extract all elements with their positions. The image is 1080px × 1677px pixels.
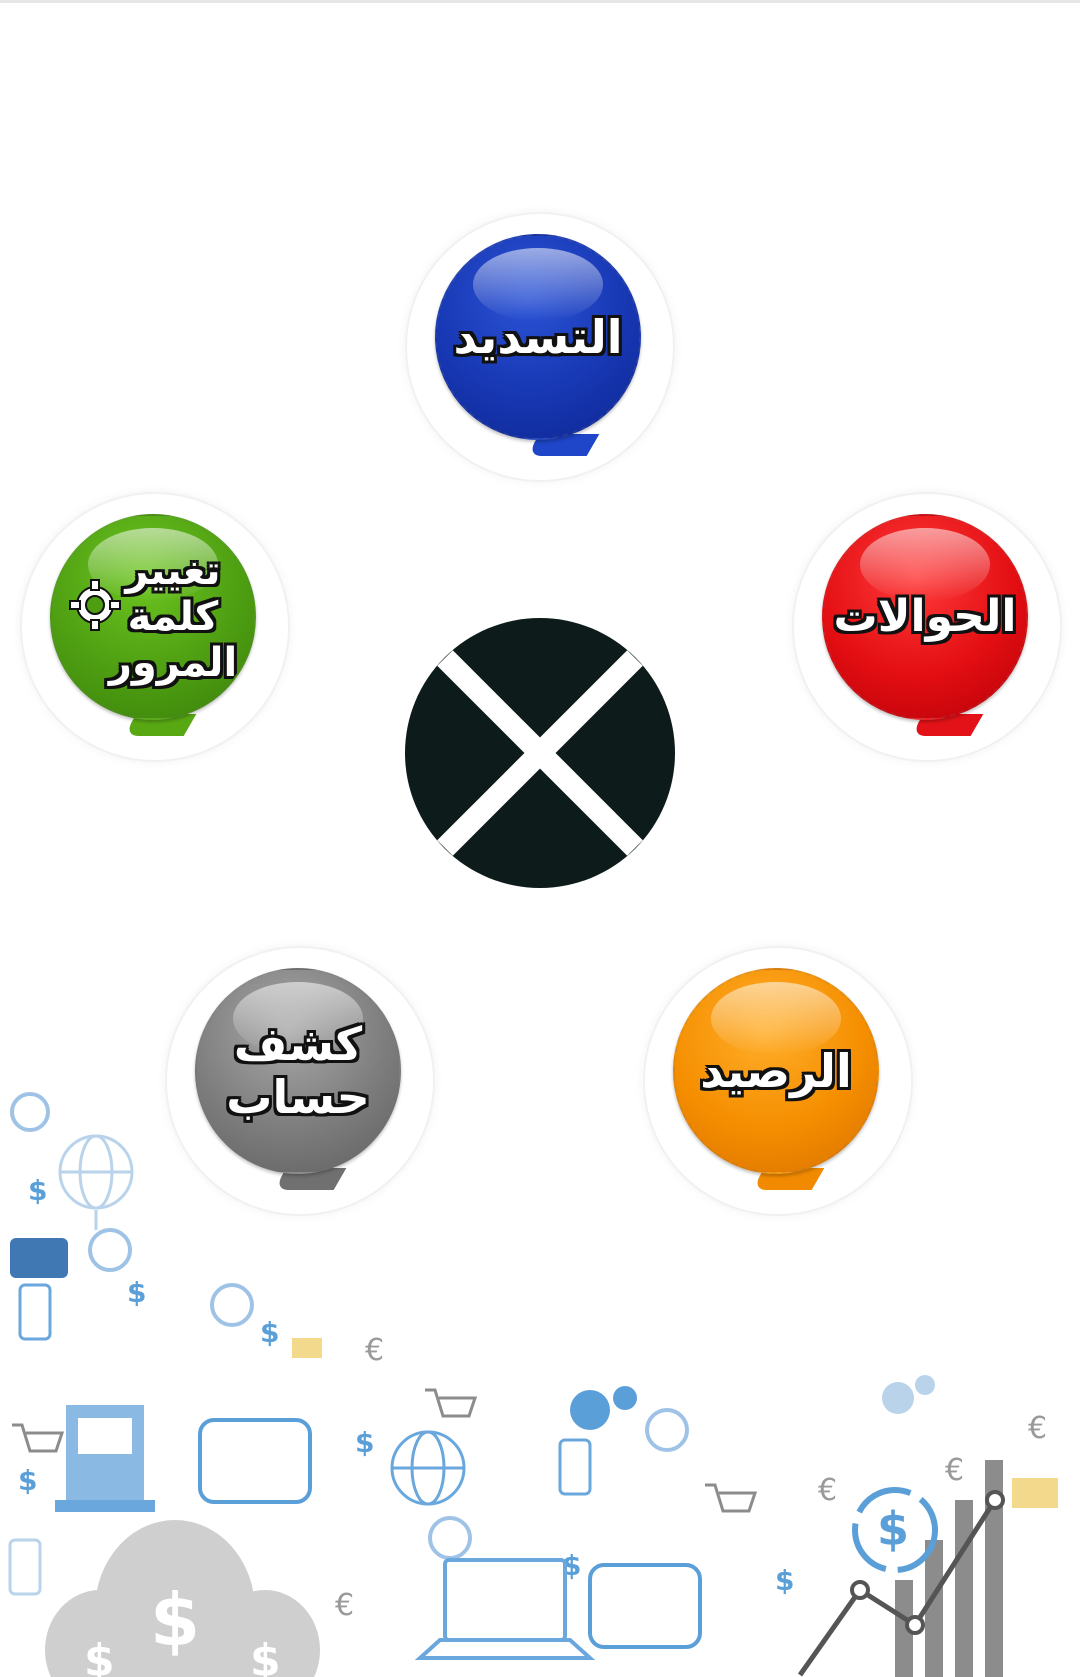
- status-divider: [0, 0, 1080, 3]
- account-statement-label: كشف حساب: [226, 1018, 369, 1124]
- close-button[interactable]: [405, 618, 675, 888]
- dollar-icon: $: [150, 1578, 200, 1662]
- dollar-icon: $: [260, 1316, 279, 1349]
- euro-icon: €: [335, 1588, 354, 1623]
- envelope-icon: [292, 1338, 1058, 1508]
- euro-icon: €: [945, 1453, 964, 1488]
- gear-icon: [69, 579, 121, 631]
- euro-icon: €: [365, 1333, 384, 1368]
- change-password-line-2: كلمة: [127, 594, 219, 640]
- dollar-icon: $: [355, 1426, 374, 1459]
- change-password-orb: تغيير كلمة المرور: [50, 514, 256, 720]
- finance-background: $ $ $ $ $ $ $ $ $ $ € € € € € $: [8, 1092, 1058, 1677]
- laptop-icon: [414, 1558, 596, 1660]
- change-password-label: تغيير كلمة المرور: [109, 548, 237, 686]
- dollar-icon: $: [28, 1174, 47, 1207]
- transfers-button[interactable]: الحوالات: [792, 492, 1062, 762]
- dollar-icon: $: [775, 1564, 794, 1597]
- payment-button[interactable]: التسديد: [405, 212, 675, 482]
- euro-icon: €: [1028, 1411, 1047, 1446]
- dollar-icon: $: [18, 1464, 37, 1497]
- account-statement-line-1: كشف: [233, 1017, 363, 1072]
- transfers-label: الحوالات: [833, 590, 1017, 642]
- transfers-orb: الحوالات: [822, 514, 1028, 720]
- change-password-button[interactable]: تغيير كلمة المرور: [20, 492, 290, 762]
- close-icon: [437, 650, 643, 856]
- euro-icon: €: [818, 1473, 837, 1508]
- dollar-icon: $: [877, 1502, 909, 1556]
- dollar-icon: $: [84, 1635, 115, 1677]
- balance-label: الرصيد: [700, 1043, 852, 1098]
- change-password-line-1: تغيير: [125, 548, 221, 594]
- dollar-icon: $: [127, 1276, 146, 1309]
- payment-orb: التسديد: [435, 234, 641, 440]
- gear-icon: [570, 1375, 935, 1430]
- dollar-icon: $: [250, 1635, 281, 1677]
- payment-label: التسديد: [453, 309, 623, 364]
- change-password-line-3: المرور: [108, 640, 238, 686]
- account-statement-line-2: حساب: [226, 1070, 370, 1124]
- fuel-pump-icon: [55, 1405, 155, 1512]
